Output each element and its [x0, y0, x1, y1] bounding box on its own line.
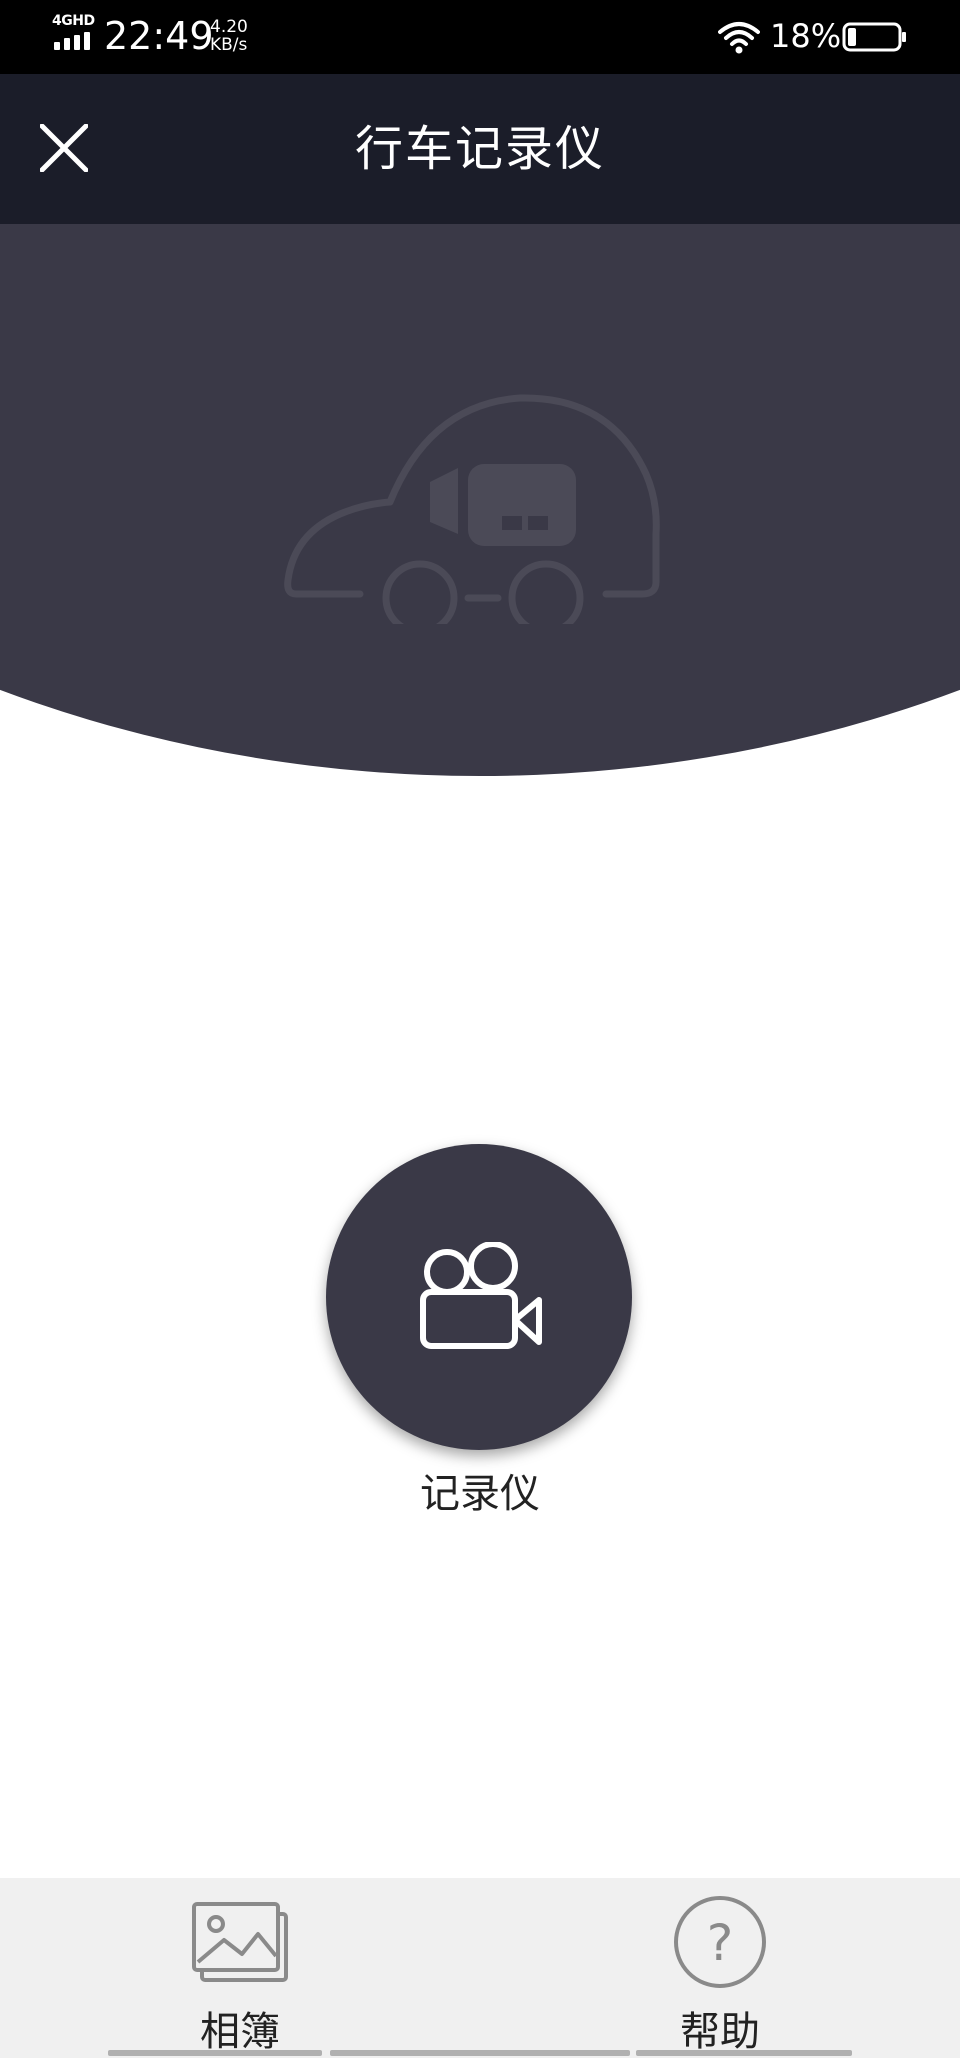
- status-bar: 4GHD 22:49 4.20 KB/s 18%: [0, 0, 960, 74]
- hero-banner: [0, 224, 960, 784]
- video-camera-icon: [420, 1242, 542, 1349]
- network-speed-value: 4.20: [210, 17, 248, 37]
- svg-text:?: ?: [707, 1914, 734, 1972]
- battery-icon: [842, 22, 906, 52]
- car-dashcam-icon: [284, 394, 660, 624]
- recorder-button[interactable]: [326, 1144, 632, 1450]
- bottom-tab-bar: 相簿 ? 帮助: [0, 1878, 960, 2058]
- tab-album[interactable]: 相簿: [150, 1878, 330, 2058]
- navigation-indicator: [0, 2048, 960, 2058]
- close-icon: [40, 124, 88, 172]
- album-icon: [192, 1902, 288, 1982]
- header-bar: 行车记录仪: [0, 74, 960, 224]
- signal-icon: [54, 32, 94, 50]
- network-speed-unit: KB/s: [210, 35, 248, 55]
- page-title: 行车记录仪: [354, 121, 605, 177]
- close-button[interactable]: [24, 112, 104, 186]
- tab-help[interactable]: ? 帮助: [630, 1878, 810, 2058]
- battery-percent: 18%: [770, 17, 842, 55]
- network-type: 4GHD: [52, 13, 95, 29]
- help-icon: ?: [674, 1896, 766, 1988]
- network-speed: 4.20 KB/s: [210, 18, 270, 54]
- clock: 22:49: [104, 14, 214, 58]
- screen: 4GHD 22:49 4.20 KB/s 18% 行车记录仪 记录仪 相簿 ? …: [0, 0, 960, 2058]
- recorder-label: 记录仪: [420, 1471, 540, 1517]
- wifi-icon: [718, 22, 760, 54]
